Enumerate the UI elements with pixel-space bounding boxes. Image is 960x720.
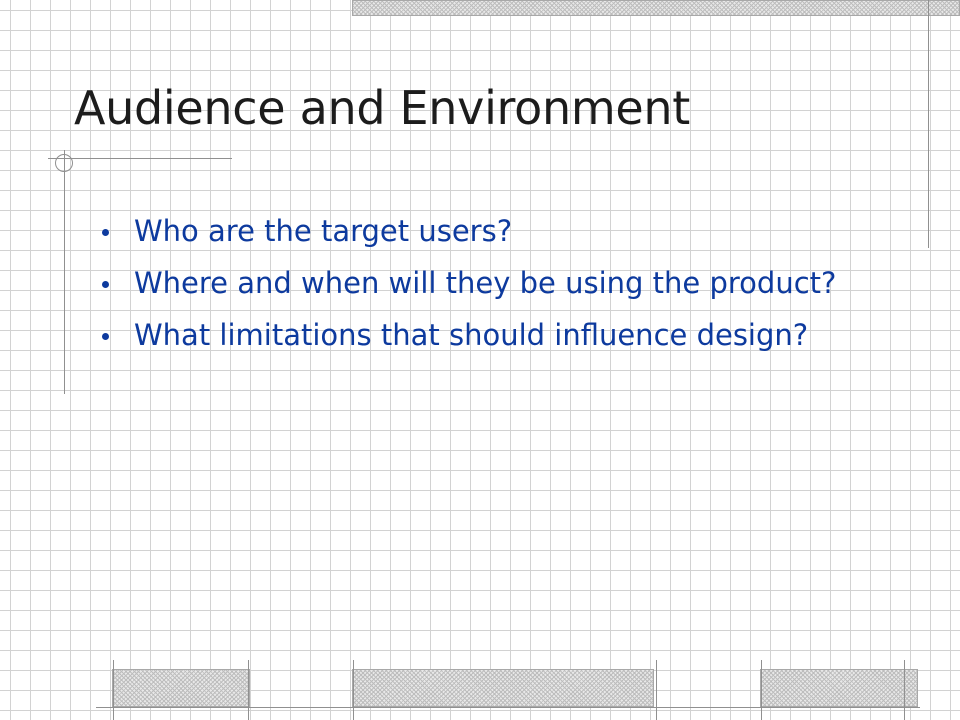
bullet-dot-icon	[102, 229, 109, 236]
bottom-hatch-block-3	[760, 669, 918, 707]
left-vertical-rule	[64, 150, 65, 394]
bullet-list: Who are the target users? Where and when…	[100, 212, 900, 368]
bullet-text: Who are the target users?	[134, 214, 513, 248]
bottom-tick-3	[353, 660, 354, 720]
slide-title: Audience and Environment	[74, 81, 690, 135]
bullet-dot-icon	[102, 281, 109, 288]
top-hatch-bar	[352, 0, 960, 16]
bottom-hatch-block-2	[352, 669, 654, 707]
bottom-tick-5	[761, 660, 762, 720]
bottom-tick-6	[904, 660, 905, 720]
bottom-tick-2	[248, 660, 249, 720]
corner-circle-icon	[55, 154, 73, 172]
bottom-baseline	[96, 707, 920, 708]
bullet-item: Where and when will they be using the pr…	[100, 264, 900, 302]
title-underline	[48, 158, 232, 159]
bullet-item: Who are the target users?	[100, 212, 900, 250]
bullet-text: What limitations that should influence d…	[134, 318, 809, 352]
bottom-tick-1	[113, 660, 114, 720]
bottom-tick-4	[656, 660, 657, 720]
bullet-dot-icon	[102, 333, 109, 340]
bullet-item: What limitations that should influence d…	[100, 316, 900, 354]
bullet-text: Where and when will they be using the pr…	[134, 266, 837, 300]
bottom-hatch-block-1	[112, 669, 250, 707]
right-vertical-rule	[928, 0, 929, 248]
